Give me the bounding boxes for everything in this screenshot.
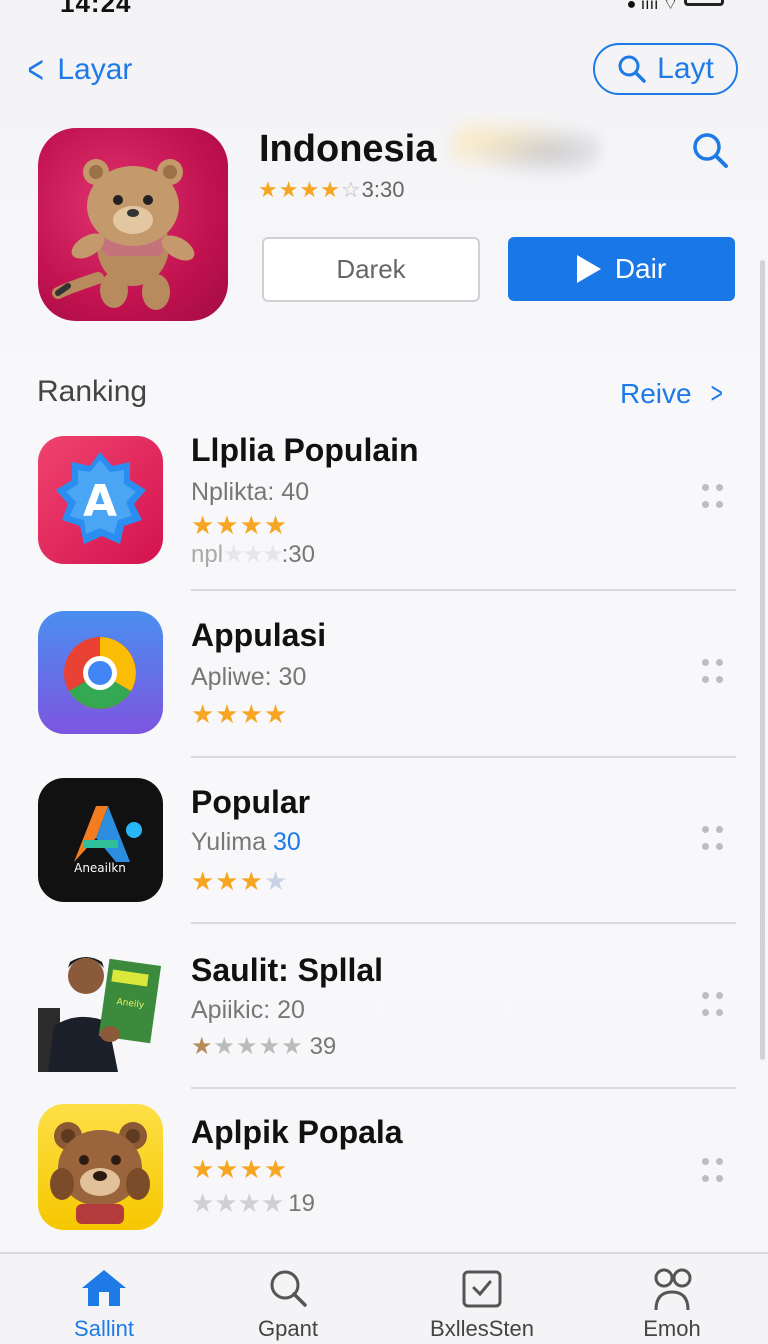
list-item[interactable]: Aneailkn Popular Yulima 30 ★★★ ★ <box>0 778 768 908</box>
divider <box>191 756 736 758</box>
tab-label: BxllesSten <box>430 1316 534 1341</box>
app-icon-a: Aneailkn <box>38 778 163 902</box>
list-item[interactable]: Appulasi Apliwe: 30 ★★★★ <box>0 611 768 741</box>
tab-label: Gpant <box>258 1316 318 1341</box>
back-label: Layar <box>57 53 133 86</box>
app-name: Appulasi <box>191 617 327 653</box>
divider <box>191 922 736 924</box>
app-icon-chrome <box>38 611 163 734</box>
rating-prefix: npl <box>191 540 224 568</box>
signal-icon: ● ıııı ⌔ <box>626 0 678 13</box>
faded-stars: ★★★ <box>223 541 284 568</box>
icon-caption: Aneailkn <box>74 861 126 875</box>
app-name: Saulit: Spllal <box>191 952 384 988</box>
back-button[interactable]: < Layar <box>24 48 133 92</box>
status-bar: 14:24 ● ıııı ⌔ <box>0 0 768 18</box>
scrollbar[interactable] <box>760 260 765 1060</box>
app-icon-badge: A <box>38 436 163 564</box>
subtitle-value: 30 <box>272 828 301 856</box>
secondary-button[interactable]: Darek <box>262 237 480 302</box>
tab-bar: Sallint Gpant BxllesSten Emoh <box>0 1252 768 1344</box>
more-options-icon[interactable] <box>702 484 724 510</box>
app-name: Popular <box>191 784 311 820</box>
app-icon-bear <box>38 1104 163 1230</box>
search-icon <box>270 1270 307 1307</box>
app-rating-stars: ★★★★ <box>191 699 289 729</box>
tab-label: Emoh <box>643 1316 701 1341</box>
chevron-left-icon: < <box>27 48 44 92</box>
tab-today[interactable]: Sallint <box>8 1254 200 1344</box>
app-rating: ★ ★★★★ 39 <box>191 1032 336 1061</box>
app-secondary-rating: ★★★★ 19 <box>191 1188 315 1219</box>
app-subtitle: Apliwe: 30 <box>191 663 307 691</box>
see-all-label: Reive <box>620 378 692 409</box>
chrome-icon <box>64 637 136 709</box>
hero-rating: ★★★★ ☆ 3:30 <box>258 177 404 203</box>
tab-account[interactable]: Emoh <box>576 1254 768 1344</box>
rating-value: 19 <box>288 1189 315 1217</box>
app-rating-stars: ★★★★ <box>191 510 289 540</box>
tab-search[interactable]: Gpant <box>192 1254 384 1344</box>
app-name: Aplpik Popala <box>191 1114 403 1150</box>
play-button[interactable]: Dair <box>508 237 735 301</box>
checkbox-icon <box>462 1270 502 1308</box>
bear-face-icon <box>50 1122 150 1224</box>
search-button[interactable]: Layt <box>593 43 738 95</box>
search-icon[interactable] <box>690 130 730 170</box>
status-time: 14:24 <box>60 0 132 18</box>
rating-stars: ★★★★ ☆ <box>258 177 362 202</box>
tab-label: Sallint <box>74 1316 134 1341</box>
search-icon <box>618 55 646 83</box>
tab-updates[interactable]: BxllesSten <box>386 1254 578 1344</box>
app-icon-person: Aneily <box>38 948 163 1072</box>
person-book-icon: Aneily <box>38 957 162 1072</box>
hero-app-icon[interactable] <box>38 128 228 321</box>
badge-a-icon: A <box>56 452 146 544</box>
app-secondary-rating: npl ★★★ :30 <box>191 540 315 569</box>
home-icon <box>82 1270 126 1306</box>
bear-mascot-icon <box>52 159 195 310</box>
subtitle-text: Yulima <box>191 828 273 856</box>
rating-value: :30 <box>281 540 315 568</box>
faded-stars: ★★★★ <box>191 1188 285 1218</box>
app-subtitle: Apiikic: 20 <box>191 996 305 1024</box>
rating-value: 39 <box>309 1032 337 1060</box>
divider <box>191 1087 736 1089</box>
list-item[interactable]: Aplpik Popala ★★★★ ★★★★ 19 <box>0 1104 768 1234</box>
more-options-icon[interactable] <box>702 826 724 852</box>
app-title: Indonesia <box>259 128 437 170</box>
play-icon <box>576 255 601 283</box>
more-options-icon[interactable] <box>702 1158 724 1184</box>
see-all-link[interactable]: Reive > <box>620 377 725 411</box>
play-button-label: Dair <box>614 253 667 284</box>
people-icon <box>654 1268 692 1311</box>
rating-stars: ★ ★★★★ <box>191 1033 304 1060</box>
divider <box>191 589 736 591</box>
search-label: Layt <box>657 52 714 85</box>
app-subtitle: Nplikta: 40 <box>191 478 310 506</box>
more-options-icon[interactable] <box>702 659 724 685</box>
app-rating-stars: ★★★★ <box>191 866 289 896</box>
section-title: Ranking <box>37 375 148 408</box>
list-item[interactable]: A Llplia Populain Nplikta: 40 ★★★★ npl ★… <box>0 432 768 586</box>
app-subtitle: Yulima 30 <box>191 828 301 857</box>
app-name: Llplia Populain <box>191 432 419 468</box>
more-options-icon[interactable] <box>702 992 724 1018</box>
battery-icon <box>684 0 724 6</box>
list-item[interactable]: Aneily Saulit: Spllal Apiikic: 20 ★ ★★★★ … <box>0 946 768 1076</box>
app-rating-stars: ★★★★ <box>191 1154 289 1184</box>
rating-text: 3:30 <box>361 177 405 202</box>
chevron-right-icon: > <box>710 377 723 410</box>
logo-a-icon: Aneailkn <box>74 806 142 875</box>
blurred-badge <box>450 118 600 178</box>
svg-text:A: A <box>83 476 117 527</box>
